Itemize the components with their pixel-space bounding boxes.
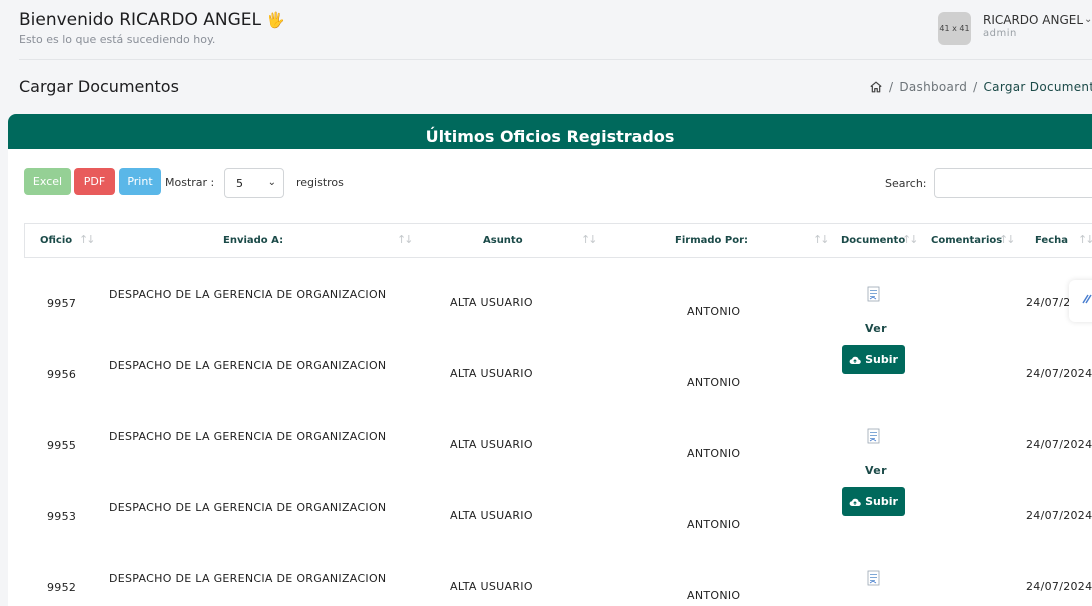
table-row: 9953 DESPACHO DE LA GERENCIA DE ORGANIZAC… bbox=[24, 471, 1092, 542]
print-button[interactable]: Print bbox=[119, 168, 161, 195]
cell-oficio: 9953 bbox=[47, 510, 77, 523]
documents-card: Últimos Oficios Registrados Excel PDF Pr… bbox=[8, 114, 1092, 606]
cell-firmado: ANTONIO bbox=[687, 518, 741, 531]
document-icon[interactable] bbox=[867, 286, 881, 302]
page-size-value: 5 bbox=[236, 177, 243, 190]
user-role: admin bbox=[983, 28, 1017, 39]
welcome-title: Bienvenido RICARDO ANGEL 🖐 bbox=[19, 10, 285, 30]
card-title: Últimos Oficios Registrados bbox=[425, 127, 675, 146]
chevron-down-icon: ⌄ bbox=[267, 177, 276, 188]
page-size-select[interactable]: 5 ⌄ bbox=[224, 168, 284, 198]
document-icon[interactable] bbox=[867, 570, 881, 586]
chevron-down-icon[interactable]: ⌄ bbox=[1084, 14, 1092, 25]
cell-enviado: DESPACHO DE LA GERENCIA DE ORGANIZACION bbox=[109, 359, 387, 372]
cell-asunto: ALTA USUARIO bbox=[450, 367, 533, 380]
cell-oficio: 9955 bbox=[47, 439, 77, 452]
cell-fecha: 24/07/2024 bbox=[1026, 580, 1092, 593]
table-header: Oficio ↑↓ Enviado A: ↑↓ Asunto ↑↓ Firmad… bbox=[24, 223, 1092, 258]
cell-oficio: 9956 bbox=[47, 368, 77, 381]
column-enviado[interactable]: Enviado A: bbox=[223, 235, 283, 246]
cell-fecha: 24/07/2024 bbox=[1026, 438, 1092, 451]
breadcrumb-separator: / bbox=[973, 80, 978, 94]
user-name[interactable]: RICARDO ANGEL bbox=[983, 13, 1083, 27]
welcome-text: Bienvenido RICARDO ANGEL bbox=[19, 10, 261, 30]
cell-firmado: ANTONIO bbox=[687, 305, 741, 318]
cloud-upload-icon bbox=[849, 498, 861, 506]
home-icon[interactable] bbox=[869, 80, 883, 94]
table-row: 9957 DESPACHO DE LA GERENCIA DE ORGANIZAC… bbox=[24, 258, 1092, 335]
table-row: 9956 DESPACHO DE LA GERENCIA DE ORGANIZAC… bbox=[24, 329, 1092, 400]
cell-firmado: ANTONIO bbox=[687, 376, 741, 389]
upload-button[interactable]: Subir bbox=[842, 487, 905, 516]
table-row: 9952 DESPACHO DE LA GERENCIA DE ORGANIZAC… bbox=[24, 542, 1092, 606]
settings-icon bbox=[1082, 294, 1092, 304]
table-row: 9955 DESPACHO DE LA GERENCIA DE ORGANIZAC… bbox=[24, 400, 1092, 477]
breadcrumb: / Dashboard / Cargar Documentos bbox=[869, 80, 1092, 94]
sort-icon[interactable]: ↑↓ bbox=[999, 233, 1016, 246]
sort-icon[interactable]: ↑↓ bbox=[902, 233, 919, 246]
cell-enviado: DESPACHO DE LA GERENCIA DE ORGANIZACION bbox=[109, 288, 387, 301]
cell-enviado: DESPACHO DE LA GERENCIA DE ORGANIZACION bbox=[109, 430, 387, 443]
cell-oficio: 9952 bbox=[47, 581, 77, 594]
cell-enviado: DESPACHO DE LA GERENCIA DE ORGANIZACION bbox=[109, 501, 387, 514]
sort-icon[interactable]: ↑↓ bbox=[397, 233, 414, 246]
page-title: Cargar Documentos bbox=[19, 77, 179, 96]
cell-asunto: ALTA USUARIO bbox=[450, 438, 533, 451]
excel-button[interactable]: Excel bbox=[24, 168, 71, 195]
cell-fecha: 24/07/2024 bbox=[1026, 509, 1092, 522]
cell-enviado: DESPACHO DE LA GERENCIA DE ORGANIZACION bbox=[109, 572, 387, 585]
cell-asunto: ALTA USUARIO bbox=[450, 580, 533, 593]
cell-oficio: 9957 bbox=[47, 297, 77, 310]
sort-icon[interactable]: ↑↓ bbox=[1078, 233, 1092, 246]
breadcrumb-dashboard[interactable]: Dashboard bbox=[899, 80, 967, 94]
breadcrumb-separator: / bbox=[889, 80, 894, 94]
upload-button[interactable]: Subir bbox=[842, 345, 905, 374]
welcome-subtitle: Esto es lo que está sucediendo hoy. bbox=[19, 33, 216, 46]
sort-icon[interactable]: ↑↓ bbox=[581, 233, 598, 246]
column-fecha[interactable]: Fecha bbox=[1035, 235, 1068, 246]
document-icon[interactable] bbox=[867, 428, 881, 444]
cell-fecha: 24/07/2024 bbox=[1026, 367, 1092, 380]
card-header: Últimos Oficios Registrados bbox=[8, 114, 1092, 149]
sort-icon[interactable]: ↑↓ bbox=[79, 233, 96, 246]
side-widget[interactable] bbox=[1069, 280, 1092, 322]
search-input[interactable] bbox=[934, 168, 1092, 198]
column-firmado[interactable]: Firmado Por: bbox=[675, 235, 748, 246]
records-label: registros bbox=[296, 176, 344, 189]
cell-asunto: ALTA USUARIO bbox=[450, 509, 533, 522]
top-header: Bienvenido RICARDO ANGEL 🖐 Esto es lo qu… bbox=[0, 0, 1092, 60]
cell-asunto: ALTA USUARIO bbox=[450, 296, 533, 309]
wave-icon: 🖐 bbox=[266, 11, 286, 29]
cloud-upload-icon bbox=[849, 356, 861, 364]
column-documento[interactable]: Documento bbox=[841, 235, 905, 246]
cell-firmado: ANTONIO bbox=[687, 589, 741, 602]
sort-icon[interactable]: ↑↓ bbox=[813, 233, 830, 246]
breadcrumb-current: Cargar Documentos bbox=[983, 80, 1092, 94]
column-oficio[interactable]: Oficio bbox=[40, 235, 72, 246]
column-asunto[interactable]: Asunto bbox=[483, 235, 523, 246]
upload-label: Subir bbox=[865, 353, 898, 366]
column-comentarios[interactable]: Comentarios bbox=[931, 235, 1002, 246]
search-label: Search: bbox=[885, 177, 927, 190]
pdf-button[interactable]: PDF bbox=[74, 168, 115, 195]
show-label: Mostrar : bbox=[165, 176, 215, 189]
header-divider bbox=[19, 59, 1092, 60]
cell-firmado: ANTONIO bbox=[687, 447, 741, 460]
documents-table: Oficio ↑↓ Enviado A: ↑↓ Asunto ↑↓ Firmad… bbox=[24, 223, 1092, 602]
upload-label: Subir bbox=[865, 495, 898, 508]
avatar[interactable]: 41 x 41 bbox=[938, 12, 971, 45]
